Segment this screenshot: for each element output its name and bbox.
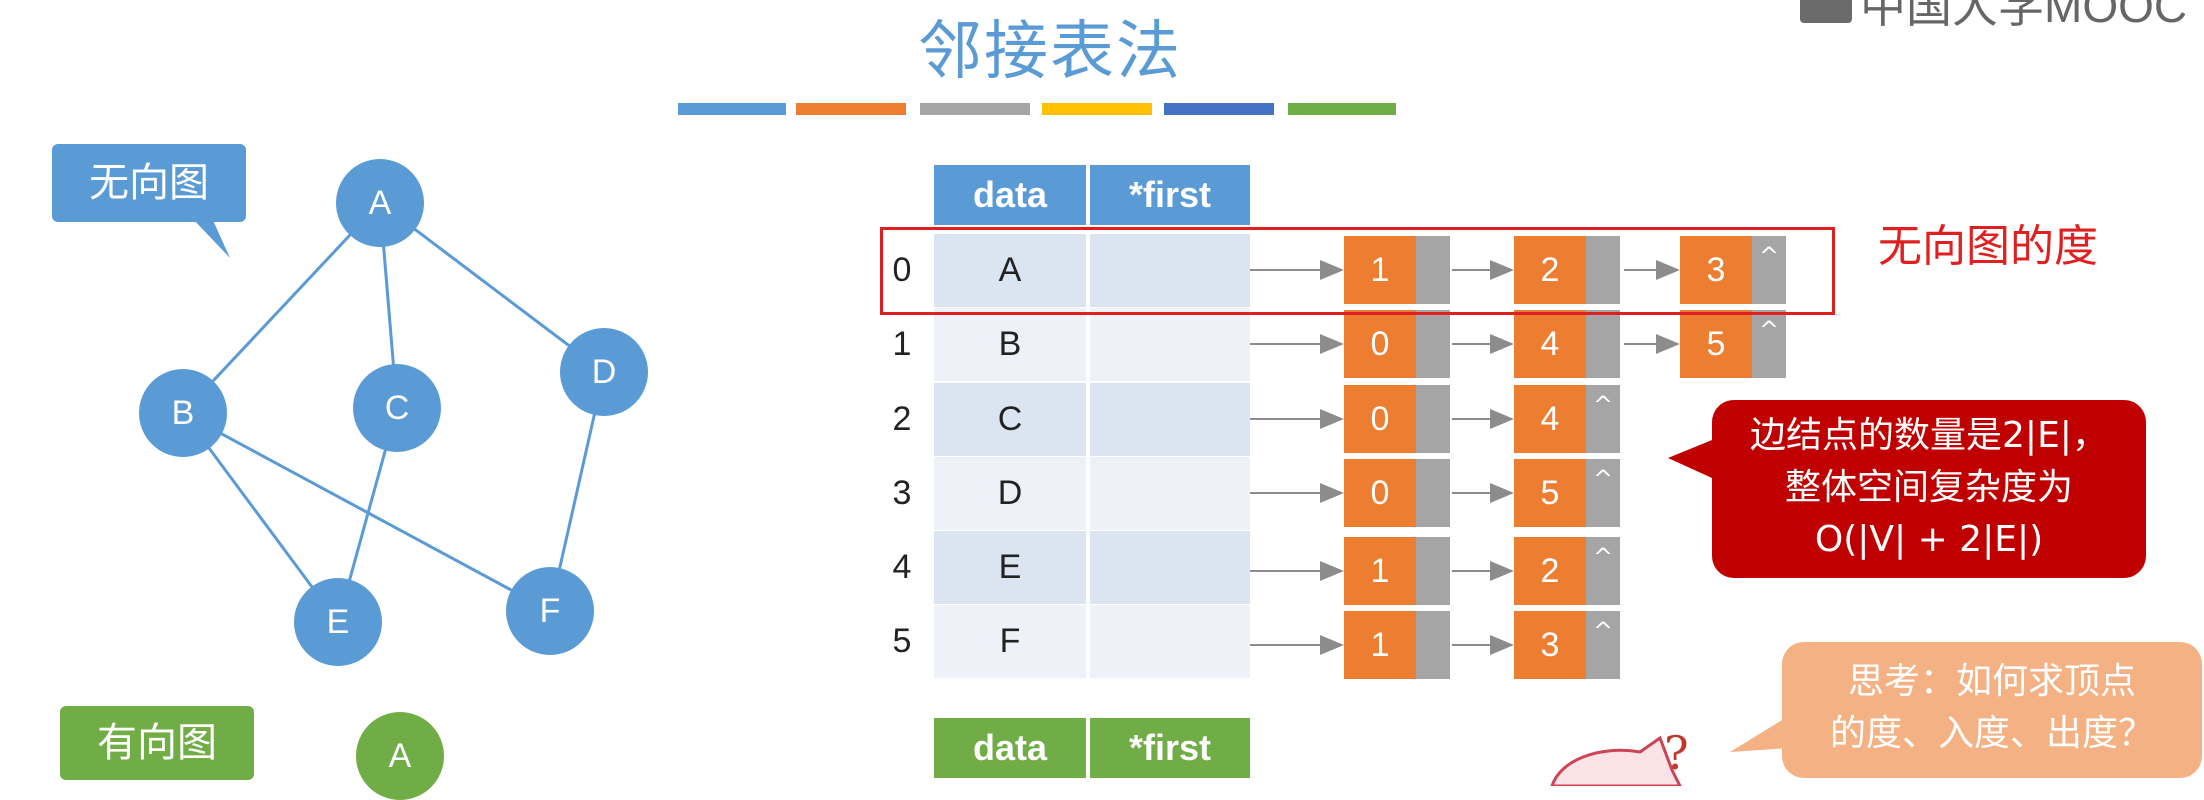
null-pointer-mark: ^ <box>1586 385 1620 453</box>
edge-node-value: 0 <box>1344 385 1416 453</box>
edge-node: 3 ^ <box>1514 611 1620 679</box>
edge-node: 0 <box>1344 459 1450 527</box>
row-index: 3 <box>892 474 912 512</box>
edge-node-next <box>1416 385 1450 453</box>
edge-node-value: 2 <box>1514 537 1586 605</box>
edge-node-value: 4 <box>1514 310 1586 378</box>
null-pointer-mark: ^ <box>1586 537 1620 605</box>
edge-node: 5 ^ <box>1514 459 1620 527</box>
callout-line: 的度、入度、出度？ <box>1829 713 2154 754</box>
mascot-icon <box>1550 735 1682 786</box>
graph-node-a: A <box>336 159 424 247</box>
row-index: 2 <box>892 400 912 438</box>
edge-node-value: 1 <box>1344 611 1416 679</box>
vertex-data-cell: B <box>934 308 1086 381</box>
vertex-first-cell <box>1090 383 1250 456</box>
edge-node-value: 4 <box>1514 385 1586 453</box>
graph-node-b: B <box>139 369 227 457</box>
edge-node-value: 0 <box>1344 459 1416 527</box>
think-callout: 思考：如何求顶点 的度、入度、出度？ <box>1782 642 2202 778</box>
callout-line: O(|V| + 2|E|) <box>1814 519 2044 560</box>
degree-label: 无向图的度 <box>1878 221 2098 272</box>
vertex-data-cell: D <box>934 457 1086 530</box>
row-index: 1 <box>892 325 912 363</box>
callout-red-tail <box>1668 440 1712 478</box>
directed-table-header-first: *first <box>1090 718 1250 778</box>
edge-node-next <box>1416 459 1450 527</box>
callout-orange-tail <box>1730 720 1790 752</box>
vertex-data-cell: E <box>934 531 1086 604</box>
null-pointer-mark: ^ <box>1586 611 1620 679</box>
vertex-first-cell <box>1090 457 1250 530</box>
label-tail <box>192 218 230 258</box>
edge-node-value: 0 <box>1344 310 1416 378</box>
row-index: 4 <box>892 548 912 586</box>
directed-table-header-data: data <box>934 718 1086 778</box>
row-0-highlight <box>880 227 1835 315</box>
edge-node-next <box>1416 611 1450 679</box>
null-pointer-mark: ^ <box>1752 310 1786 378</box>
edge-node: 0 <box>1344 310 1450 378</box>
vertex-table-header-data: data <box>934 165 1086 225</box>
edge-node: 5 ^ <box>1680 310 1786 378</box>
graph-node-d: D <box>560 328 648 416</box>
vertex-data-cell: C <box>934 383 1086 456</box>
vertex-table-header-first: *first <box>1090 165 1250 225</box>
edge-node-next <box>1416 537 1450 605</box>
graph-node-f: F <box>506 567 594 655</box>
edge-node: 1 <box>1344 611 1450 679</box>
edge-node-value: 1 <box>1344 537 1416 605</box>
graph-node-e: E <box>294 578 382 666</box>
callout-line: 整体空间复杂度为 <box>1784 467 2073 508</box>
callout-line: 边结点的数量是2|E|， <box>1750 415 2108 456</box>
vertex-first-cell <box>1090 605 1250 678</box>
directed-node-a: A <box>356 712 444 800</box>
edge-node-value: 5 <box>1514 459 1586 527</box>
edge-node: 2 ^ <box>1514 537 1620 605</box>
vertex-first-cell <box>1090 308 1250 381</box>
callout-line: 思考：如何求顶点 <box>1847 661 2136 702</box>
edge-node-value: 3 <box>1514 611 1586 679</box>
vertex-first-cell <box>1090 531 1250 604</box>
edge-node-next <box>1416 310 1450 378</box>
edge-node-value: 5 <box>1680 310 1752 378</box>
undirected-label: 无向图 <box>52 144 246 222</box>
space-complexity-callout: 边结点的数量是2|E|， 整体空间复杂度为 O(|V| + 2|E|) <box>1712 400 2146 578</box>
edge-node: 1 <box>1344 537 1450 605</box>
vertex-data-cell: F <box>934 605 1086 678</box>
directed-label: 有向图 <box>60 706 254 780</box>
graph-node-c: C <box>353 364 441 452</box>
edge-node: 4 ^ <box>1514 385 1620 453</box>
edge-node: 0 <box>1344 385 1450 453</box>
edge-node-next <box>1586 310 1620 378</box>
question-mark: ? <box>1664 726 1689 780</box>
edge-node: 4 <box>1514 310 1620 378</box>
null-pointer-mark: ^ <box>1586 459 1620 527</box>
row-index: 5 <box>892 622 912 660</box>
